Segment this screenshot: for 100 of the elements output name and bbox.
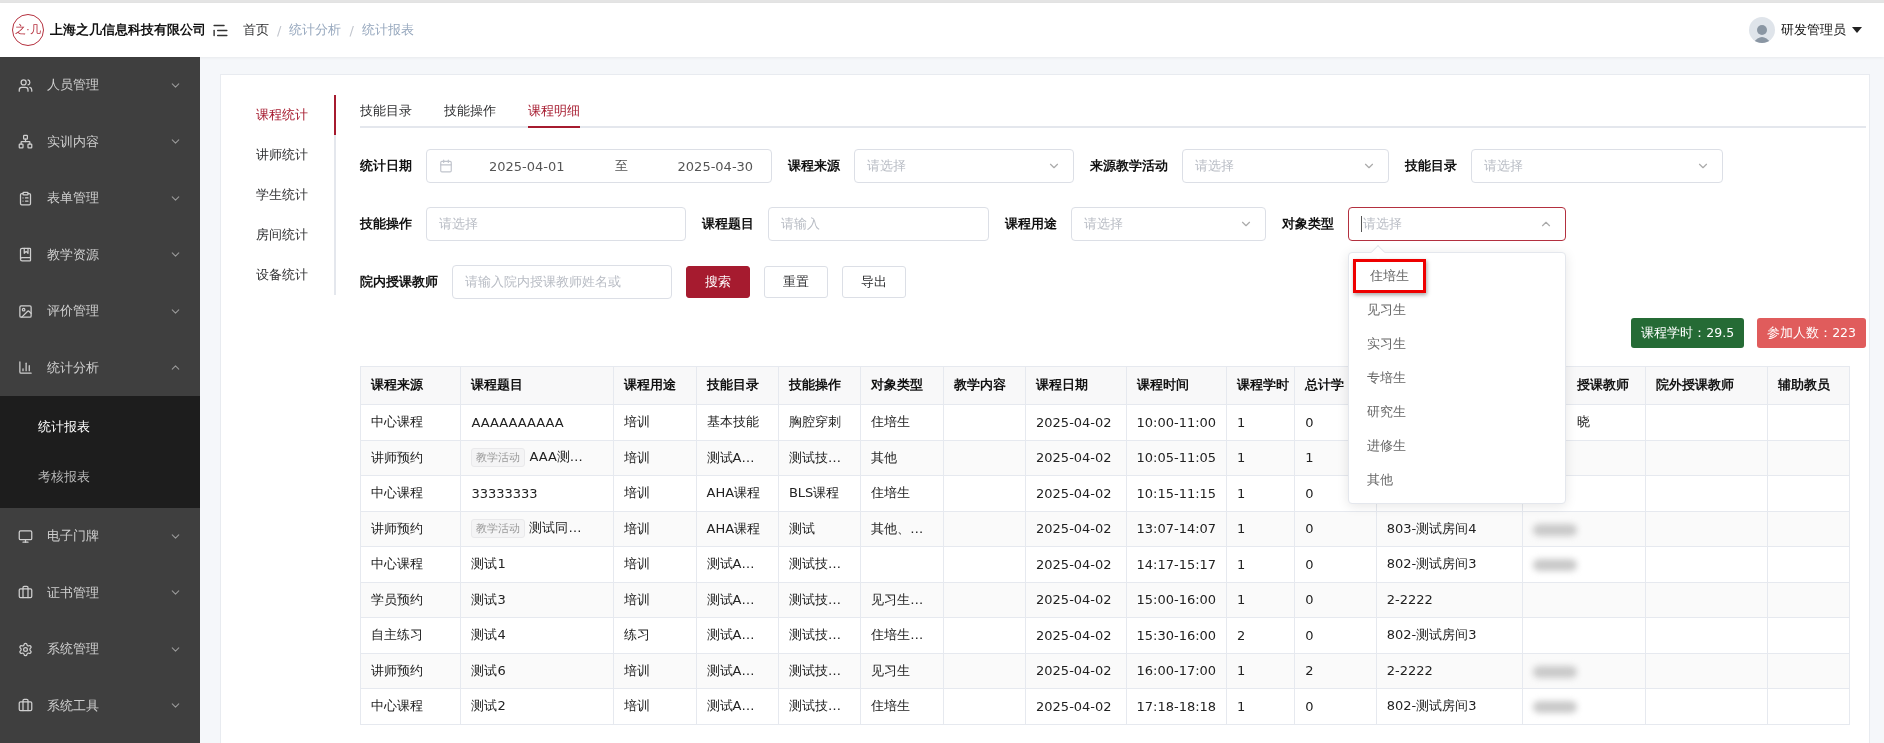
table-cell: 测试2 [460, 688, 614, 724]
sidebar-item[interactable]: 统计分析 [0, 339, 200, 396]
table-cell: 2025-04-02 [1025, 582, 1126, 618]
table-cell: 802-测试房间3 [1376, 546, 1523, 582]
table-cell: 10:05-11:05 [1126, 440, 1227, 476]
table-cell: 2025-04-02 [1025, 404, 1126, 440]
side-tab[interactable]: 设备统计 [256, 255, 336, 295]
date-range-field[interactable]: 2025-04-01 至 2025-04-30 [426, 149, 772, 183]
sidebar-item[interactable]: 系统工具 [0, 677, 200, 734]
sidebar-item[interactable]: 实训内容 [0, 113, 200, 170]
calendar-icon [439, 159, 453, 173]
table-cell: 13:07-14:07 [1126, 511, 1227, 547]
sidebar-subitem[interactable]: 统计报表 [0, 402, 200, 452]
blurred-text [1533, 701, 1578, 714]
table-cell: 2025-04-02 [1025, 617, 1126, 653]
tab[interactable]: 技能目录 [360, 95, 412, 128]
table-cell: 测试技… [778, 582, 861, 618]
table-cell: 胸腔穿刺 [778, 404, 861, 440]
table-cell: 0 [1294, 546, 1377, 582]
table-cell: 住培生 [860, 475, 944, 511]
filter-label: 课程来源 [788, 157, 840, 175]
table-cell: 讲师预约 [360, 653, 461, 689]
column-header: 课程题目 [460, 366, 614, 405]
table-cell: 10:15-11:15 [1126, 475, 1227, 511]
table-cell: 练习 [613, 617, 697, 653]
stat-badge: 课程学时：29.5 [1631, 318, 1745, 348]
tab[interactable]: 课程明细 [528, 95, 580, 128]
dropdown-option[interactable]: 见习生 [1349, 293, 1565, 327]
table-cell: 测试技… [778, 440, 861, 476]
filter-label: 技能目录 [1405, 157, 1457, 175]
table-cell: 1 [1226, 688, 1295, 724]
column-header: 院外授课教师 [1645, 366, 1768, 405]
table-cell: 测试4 [460, 617, 614, 653]
dropdown-option[interactable]: 住培生 [1353, 259, 1426, 293]
table-cell: 2025-04-02 [1025, 546, 1126, 582]
table-cell: 中心课程 [360, 475, 461, 511]
table-cell: 0 [1294, 688, 1377, 724]
side-tab[interactable]: 学生统计 [256, 175, 336, 215]
table-cell: 讲师预约 [360, 511, 461, 547]
table-cell: 中心课程 [360, 688, 461, 724]
action-button[interactable]: 导出 [842, 266, 906, 298]
table-cell: 住培生 [860, 688, 944, 724]
table-cell: 测试A… [696, 440, 779, 476]
search-button[interactable]: 搜索 [686, 266, 750, 298]
breadcrumb-link[interactable]: 首页 [243, 21, 269, 39]
side-tab[interactable]: 讲师统计 [256, 135, 336, 175]
side-tab[interactable]: 房间统计 [256, 215, 336, 255]
activity-tag: 教学活动 [471, 519, 526, 539]
table-cell: 1 [1226, 653, 1295, 689]
table-cell: 中心课程 [360, 546, 461, 582]
caret-icon[interactable] [1852, 27, 1862, 33]
blurred-text [1533, 665, 1578, 678]
side-tab[interactable]: 课程统计 [256, 95, 336, 135]
tab[interactable]: 技能操作 [444, 95, 496, 128]
table-cell: AAAAAAAAAA [460, 404, 614, 440]
breadcrumb-separator: / [349, 22, 354, 38]
table-cell: 802-测试房间3 [1376, 688, 1523, 724]
table-cell: 15:30-16:00 [1126, 617, 1227, 653]
table-cell: 学员预约 [360, 582, 461, 618]
table-cell: 17:18-18:18 [1126, 688, 1227, 724]
table-cell: 0 [1294, 511, 1377, 547]
table-cell: 802-测试房间3 [1376, 617, 1523, 653]
table-cell: 1 [1226, 440, 1295, 476]
table-cell: 见习生… [860, 582, 944, 618]
table-cell: 2025-04-02 [1025, 475, 1126, 511]
table-cell: 0 [1294, 617, 1377, 653]
table-cell: 培训 [613, 440, 697, 476]
dropdown-option[interactable]: 实习生 [1349, 327, 1565, 361]
date-separator: 至 [614, 157, 628, 175]
sidebar-item[interactable]: 电子门牌 [0, 508, 200, 565]
table-cell: 培训 [613, 653, 697, 689]
user-name[interactable]: 研发管理员 [1781, 21, 1846, 39]
activity-tag: 教学活动 [471, 448, 526, 468]
table-cell: 1 [1226, 475, 1295, 511]
table-cell: 见习生 [860, 653, 944, 689]
table-cell: 住培生… [860, 617, 944, 653]
sidebar-item[interactable]: 人员管理 [0, 57, 200, 114]
table-cell: 1 [1226, 404, 1295, 440]
sidebar-item[interactable]: 表单管理 [0, 170, 200, 227]
table-cell: 培训 [613, 546, 697, 582]
table-cell: 1 [1226, 511, 1295, 547]
sidebar-subitem[interactable]: 考核报表 [0, 452, 200, 502]
table-cell: 2025-04-02 [1025, 440, 1126, 476]
stat-badge: 参加人数：223 [1757, 318, 1866, 348]
sidebar-item[interactable]: 系统管理 [0, 621, 200, 678]
table-cell: 15:00-16:00 [1126, 582, 1227, 618]
table-cell: 培训 [613, 688, 697, 724]
table-cell: 测试6 [460, 653, 614, 689]
table-cell: 2 [1226, 617, 1295, 653]
action-button[interactable]: 重置 [764, 266, 828, 298]
sidebar-item[interactable]: 教学资源 [0, 226, 200, 283]
table-cell: 2025-04-02 [1025, 688, 1126, 724]
table-cell: 1 [1226, 582, 1295, 618]
column-header: 课程用途 [613, 366, 697, 405]
avatar-icon[interactable] [1749, 17, 1775, 43]
filter-label: 对象类型 [1282, 215, 1334, 233]
sidebar-item[interactable]: 证书管理 [0, 564, 200, 621]
table-cell: 803-测试房间4 [1376, 511, 1523, 547]
sidebar-item[interactable]: 评价管理 [0, 283, 200, 340]
cell-text: AAA测… [529, 449, 583, 465]
